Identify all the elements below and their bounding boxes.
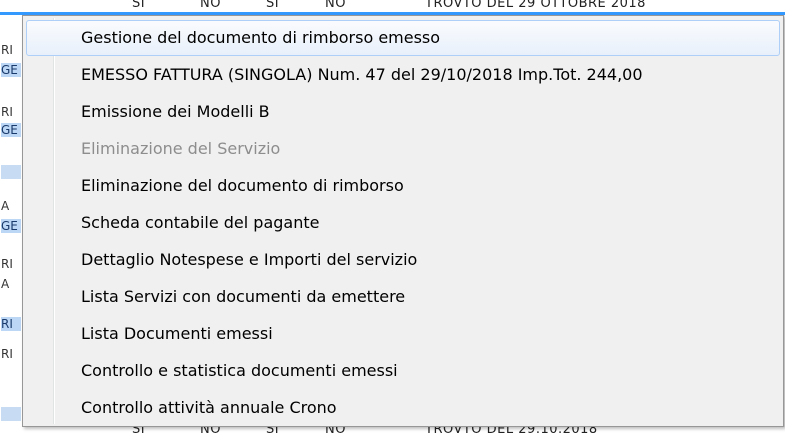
context-menu: Gestione del documento di rimborso emess… <box>22 15 784 427</box>
grid-cell-fragment: GE <box>1 63 21 77</box>
menu-item-dettaglio-notespese[interactable]: Dettaglio Notespese e Importi del serviz… <box>26 242 780 278</box>
grid-cell-highlight <box>1 407 21 421</box>
menu-item-emissione-modelli-b[interactable]: Emissione dei Modelli B <box>26 94 780 130</box>
menu-item-lista-servizi[interactable]: Lista Servizi con documenti da emettere <box>26 279 780 315</box>
grid-cell: NO <box>200 0 221 11</box>
grid-cell: SI <box>132 427 146 436</box>
grid-cell-fragment: RI <box>1 43 13 57</box>
grid-cell: SI <box>266 0 280 11</box>
menu-item-controllo-crono[interactable]: Controllo attività annuale Crono <box>26 390 780 426</box>
grid-cell-fragment: GE <box>1 219 21 233</box>
menu-item-scheda-contabile[interactable]: Scheda contabile del pagante <box>26 205 780 241</box>
grid-cell: SI <box>266 427 280 436</box>
grid-cell-fragment: RI <box>1 317 21 331</box>
grid-cell-fragment: RI <box>1 257 13 271</box>
menu-item-emesso-fattura[interactable]: EMESSO FATTURA (SINGOLA) Num. 47 del 29/… <box>26 57 780 93</box>
grid-cell: TROVTO DEL 29.10.2018 <box>425 427 598 436</box>
grid-cell-fragment: RI <box>1 347 13 361</box>
menu-item-eliminazione-documento[interactable]: Eliminazione del documento di rimborso <box>26 168 780 204</box>
menu-item-lista-documenti[interactable]: Lista Documenti emessi <box>26 316 780 352</box>
grid-cell: NO <box>200 427 221 436</box>
grid-cell-highlight <box>1 165 21 179</box>
menu-item-controllo-statistica[interactable]: Controllo e statistica documenti emessi <box>26 353 780 389</box>
grid-cell: NO <box>325 0 346 11</box>
grid-cell-fragment: GE <box>1 123 21 137</box>
menu-item-gestione-documento[interactable]: Gestione del documento di rimborso emess… <box>26 20 780 56</box>
grid-row-partial-bottom[interactable]: SI NO SI NO TROVTO DEL 29.10.2018 <box>0 427 785 436</box>
grid-cell-fragment: A <box>1 199 10 213</box>
app-window: SI NO SI NO TROVTO DEL 29 OTTOBRE 2018 R… <box>0 0 785 436</box>
grid-cell: SI <box>132 0 146 11</box>
grid-cell: NO <box>325 427 346 436</box>
grid-cell-fragment: RI <box>1 105 13 119</box>
grid-cell-fragment: A <box>1 277 10 291</box>
grid-cell: TROVTO DEL 29 OTTOBRE 2018 <box>425 0 646 11</box>
grid-left-column: RI GE RI GE A GE RI A RI RI <box>0 15 23 427</box>
menu-item-eliminazione-servizio: Eliminazione del Servizio <box>81 139 281 158</box>
